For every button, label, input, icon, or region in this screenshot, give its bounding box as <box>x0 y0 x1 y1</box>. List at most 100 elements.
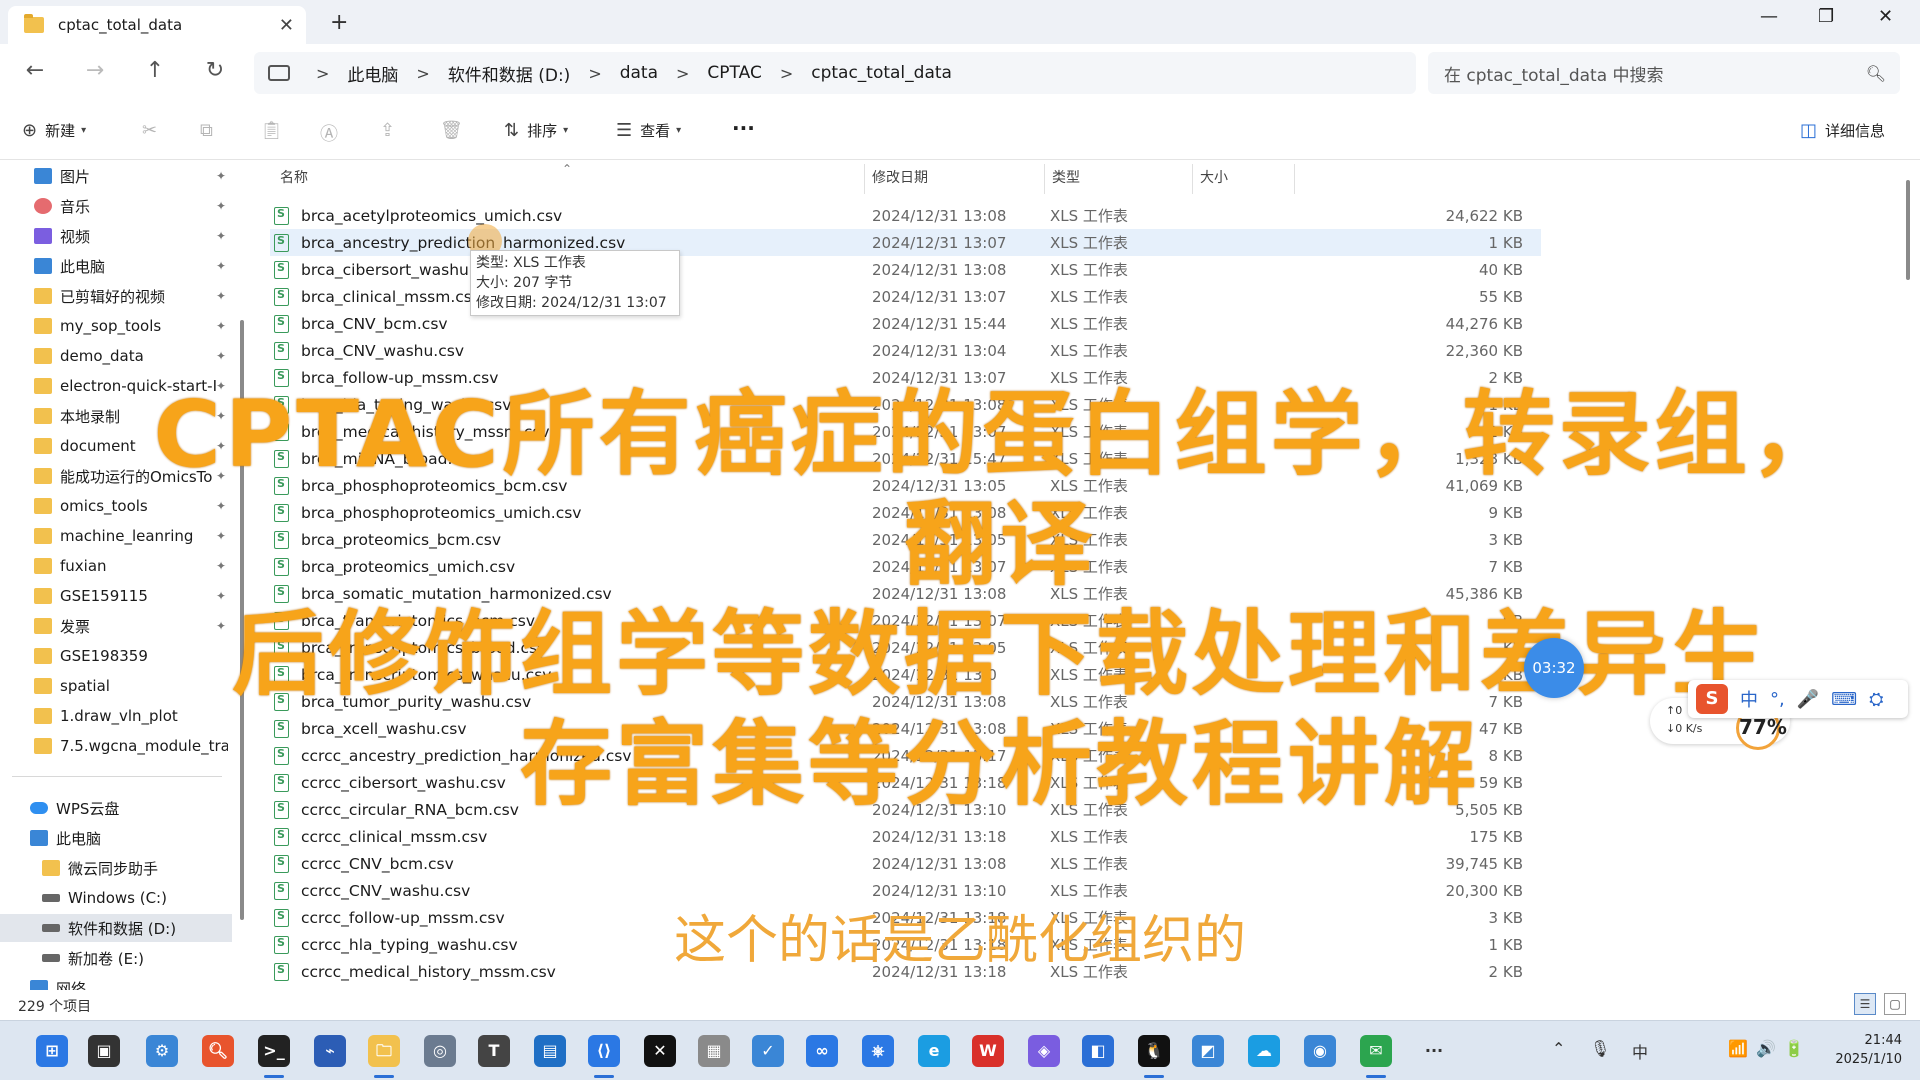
onedrive-icon[interactable]: ☁ <box>1248 1035 1280 1067</box>
control-panel-icon[interactable]: ⚙ <box>146 1035 178 1067</box>
todo-icon[interactable]: ✓ <box>752 1035 784 1067</box>
sogou-logo-icon[interactable]: S <box>1696 684 1728 714</box>
wechat-icon[interactable]: ✉ <box>1360 1035 1392 1067</box>
new-button[interactable]: ⊕ 新建 ▾ <box>22 120 94 141</box>
nav-tree-item[interactable]: 微云同步助手 <box>0 854 232 882</box>
qq-icon[interactable]: 🐧 <box>1138 1035 1170 1067</box>
breadcrumb-item[interactable]: data > <box>620 63 708 83</box>
file-row[interactable]: ccrcc_clinical_mssm.csv 2024/12/31 13:18 X… <box>270 823 1541 850</box>
search-input[interactable]: 在 cptac_total_data 中搜索 🔍︎ <box>1428 52 1900 94</box>
nav-tree-item[interactable]: 网络 <box>0 974 232 990</box>
app-icon[interactable]: ◧ <box>1082 1035 1114 1067</box>
forward-button[interactable]: → <box>80 58 110 83</box>
file-row[interactable]: brca_cibersort_washu.csv2024/12/31 13:08… <box>270 256 1541 283</box>
keyboard-icon[interactable]: ⌨ <box>1831 689 1857 710</box>
photos-icon[interactable]: ◩ <box>1192 1035 1224 1067</box>
app-icon[interactable]: ⎈ <box>862 1035 894 1067</box>
column-divider[interactable] <box>1044 164 1045 194</box>
typora-icon[interactable]: T <box>478 1035 510 1067</box>
nav-tree-item[interactable]: 此电脑 <box>0 824 232 852</box>
capcut-icon[interactable]: ✕ <box>644 1035 676 1067</box>
file-row[interactable]: ccrcc_CNV_bcm.csv 2024/12/31 13:08 XLS 工作表… <box>270 850 1541 877</box>
sidebar-item[interactable]: 音乐 ✦ <box>0 192 232 220</box>
file-list-scrollbar[interactable] <box>1906 180 1910 280</box>
app-icon[interactable]: ◉ <box>1304 1035 1336 1067</box>
column-divider[interactable] <box>864 164 865 194</box>
breadcrumb-item[interactable]: cptac_total_data <box>811 63 952 83</box>
battery-icon[interactable]: 🔋 <box>1784 1039 1804 1058</box>
column-divider[interactable] <box>1294 164 1295 194</box>
vscode-icon[interactable]: ⟨⟩ <box>588 1035 620 1067</box>
tab-close-button[interactable]: ✕ <box>279 15 294 36</box>
file-explorer-icon[interactable]: 🗀 <box>368 1035 400 1067</box>
up-button[interactable]: ↑ <box>140 58 170 83</box>
start-button[interactable]: ⊞ <box>36 1035 68 1067</box>
app-icon[interactable]: ◎ <box>424 1035 456 1067</box>
sidebar-item[interactable]: 已剪辑好的视频 ✦ <box>0 282 232 310</box>
show-hidden-icons-button[interactable]: ⌃ <box>1552 1039 1565 1058</box>
delete-button[interactable]: 🗑︎ <box>440 120 471 141</box>
powershell-icon[interactable]: ⌁ <box>314 1035 346 1067</box>
toolbox-icon[interactable]: ⛭ <box>1869 689 1883 710</box>
more-apps-icon[interactable]: ··· <box>1418 1035 1450 1067</box>
file-row[interactable]: brca_CNV_washu.csv 2024/12/31 13:04 XLS 工作… <box>270 337 1541 364</box>
breadcrumb-item[interactable]: 软件和数据 (D:) > <box>448 61 620 86</box>
search-app-icon[interactable]: 🔍︎ <box>202 1035 234 1067</box>
computer-icon <box>34 258 52 274</box>
app-icon[interactable]: ▦ <box>698 1035 730 1067</box>
paste-button[interactable]: 📋︎ <box>260 120 291 141</box>
tab-cptac-total-data[interactable]: cptac_total_data ✕ <box>8 6 306 44</box>
refresh-button[interactable]: ↻ <box>200 58 230 83</box>
microphone-icon[interactable]: 🎙 <box>1590 1039 1610 1058</box>
address-bar[interactable]: > 此电脑 > 软件和数据 (D:) > data > CPTAC > cptac_to… <box>254 52 1416 94</box>
close-window-button[interactable]: ✕ <box>1878 6 1893 27</box>
task-view-icon[interactable]: ▣ <box>88 1035 120 1067</box>
column-header-size[interactable]: 大小 <box>1200 160 1228 194</box>
search-placeholder: 在 cptac_total_data 中搜索 <box>1444 65 1664 86</box>
ime-indicator[interactable]: 中 <box>1632 1039 1648 1063</box>
file-row[interactable]: brca_acetylproteomics_umich.csv 2024/12/3… <box>270 202 1541 229</box>
more-button[interactable]: ··· <box>732 116 755 140</box>
punctuation-toggle[interactable]: °, <box>1770 689 1785 710</box>
sidebar-item[interactable]: 此电脑 ✦ <box>0 252 232 280</box>
cut-button[interactable]: ✂ <box>142 120 165 141</box>
details-view-button[interactable]: ☰ <box>1854 993 1876 1015</box>
system-clock[interactable]: 21:44 2025/1/10 <box>1835 1031 1902 1069</box>
ime-mode-toggle[interactable]: 中 <box>1740 686 1758 712</box>
minimize-button[interactable]: — <box>1760 6 1778 27</box>
file-row[interactable]: brca_clinical_mssm.csv2024/12/31 13:07XL… <box>270 283 1541 310</box>
sort-button[interactable]: ⇅ 排序 ▾ <box>504 120 576 141</box>
breadcrumb-item[interactable]: 此电脑 > <box>347 61 447 86</box>
recording-timer[interactable]: 03:32 <box>1524 638 1584 698</box>
wps-icon[interactable]: W <box>972 1035 1004 1067</box>
new-tab-button[interactable]: + <box>330 10 348 35</box>
share-button[interactable]: ⇪ <box>380 120 403 141</box>
app-icon[interactable]: ∞ <box>806 1035 838 1067</box>
column-header-date[interactable]: 修改日期 <box>872 160 928 194</box>
tiles-view-button[interactable]: ▢ <box>1884 993 1906 1015</box>
voice-input-icon[interactable]: 🎤 <box>1797 689 1819 710</box>
edge-icon[interactable]: e <box>918 1035 950 1067</box>
details-pane-button[interactable]: ◫ 详细信息 <box>1800 120 1885 141</box>
wifi-icon[interactable]: 📶 <box>1728 1039 1748 1058</box>
sidebar-item[interactable]: 视频 ✦ <box>0 222 232 250</box>
column-header-type[interactable]: 类型 <box>1052 160 1080 194</box>
column-divider[interactable] <box>1192 164 1193 194</box>
sidebar-item[interactable]: 图片 ✦ <box>0 162 232 190</box>
copy-button[interactable]: ⧉ <box>200 120 221 141</box>
breadcrumb-item[interactable]: CPTAC > <box>707 63 811 83</box>
sidebar-item[interactable]: my_sop_tools ✦ <box>0 312 232 340</box>
column-header-name[interactable]: 名称 <box>280 160 308 194</box>
rename-button[interactable]: Ⓐ <box>320 120 346 146</box>
view-button[interactable]: ☰ 查看 ▾ <box>616 120 689 141</box>
file-size: 22,360 KB <box>1445 341 1523 360</box>
terminal-icon[interactable]: >_ <box>258 1035 290 1067</box>
volume-icon[interactable]: 🔊 <box>1756 1039 1776 1058</box>
app-icon[interactable]: ▤ <box>534 1035 566 1067</box>
file-row[interactable]: brca_CNV_bcm.csv 2024/12/31 15:44 XLS 工作表 4… <box>270 310 1541 337</box>
sidebar-item[interactable]: demo_data ✦ <box>0 342 232 370</box>
file-row[interactable]: brca_ancestry_prediction_harmonized.csv 2… <box>270 229 1541 256</box>
app-icon[interactable]: ◈ <box>1028 1035 1060 1067</box>
back-button[interactable]: ← <box>20 58 50 83</box>
maximize-button[interactable]: ❐ <box>1818 6 1834 27</box>
